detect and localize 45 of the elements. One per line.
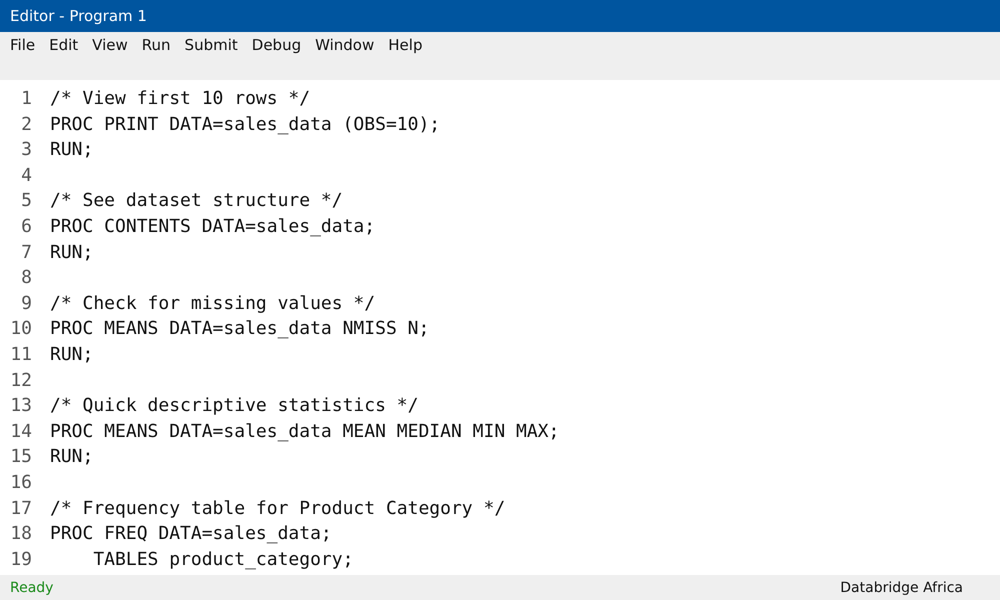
- line-number: 19: [9, 548, 32, 572]
- code-line: RUN;: [50, 240, 94, 265]
- line-number: 13: [9, 394, 32, 418]
- code-line: PROC MEANS DATA=sales_data MEAN MEDIAN MIN MAX;: [50, 420, 560, 444]
- line-number: 16: [9, 470, 32, 495]
- status-text: Ready: [10, 580, 54, 596]
- line-number: 3: [20, 138, 32, 162]
- code-line: PROC MEANS DATA=sales_data NMISS N;: [50, 317, 430, 342]
- menu-item[interactable]: View: [92, 36, 142, 54]
- code-line: PROC PRINT DATA=sales_data (OBS=10);: [50, 112, 440, 137]
- code-line: RUN;: [50, 342, 94, 367]
- code-line: /* See dataset structure */: [50, 189, 343, 214]
- code-line: /* Frequency table for Product Category */: [50, 496, 506, 520]
- line-number: 11: [9, 342, 32, 367]
- menu-item[interactable]: Edit: [49, 36, 92, 54]
- code-line: RUN;: [50, 445, 94, 470]
- line-number: 8: [20, 266, 32, 290]
- code-line: PROC CONTENTS DATA=sales_data;: [50, 214, 376, 239]
- line-number: 6: [20, 214, 32, 239]
- line-number: 15: [9, 445, 32, 470]
- code-line: /* Quick descriptive statistics */: [50, 394, 418, 418]
- line-number: 12: [9, 368, 32, 393]
- code-line: TABLES product_category;: [92, 548, 354, 572]
- line-number: 10: [9, 317, 32, 342]
- menu-item[interactable]: Run: [142, 36, 185, 54]
- code-line: /* View first 10 rows */: [50, 87, 310, 111]
- line-number: 2: [20, 112, 32, 137]
- line-number: 5: [20, 189, 32, 214]
- menu-item[interactable]: File: [10, 36, 50, 54]
- menu-item[interactable]: Window: [315, 36, 388, 54]
- line-number: 7: [20, 240, 32, 265]
- line-number: 1: [20, 87, 32, 111]
- line-number: 9: [20, 292, 32, 316]
- code-line: RUN;: [50, 138, 94, 162]
- brand-label: Databridge Africa: [840, 580, 963, 596]
- code-line: /* Check for missing values */: [50, 292, 376, 316]
- window-title: Editor - Program 1: [10, 7, 147, 25]
- line-number: 14: [9, 420, 32, 444]
- line-number: 18: [9, 522, 32, 546]
- menu-item[interactable]: Debug: [252, 36, 316, 54]
- code-line: PROC FREQ DATA=sales_data;: [50, 522, 332, 546]
- line-number: 17: [9, 496, 32, 520]
- menu-item[interactable]: Submit: [184, 36, 252, 54]
- menu-item[interactable]: Help: [388, 36, 436, 54]
- line-number: 4: [20, 164, 32, 188]
